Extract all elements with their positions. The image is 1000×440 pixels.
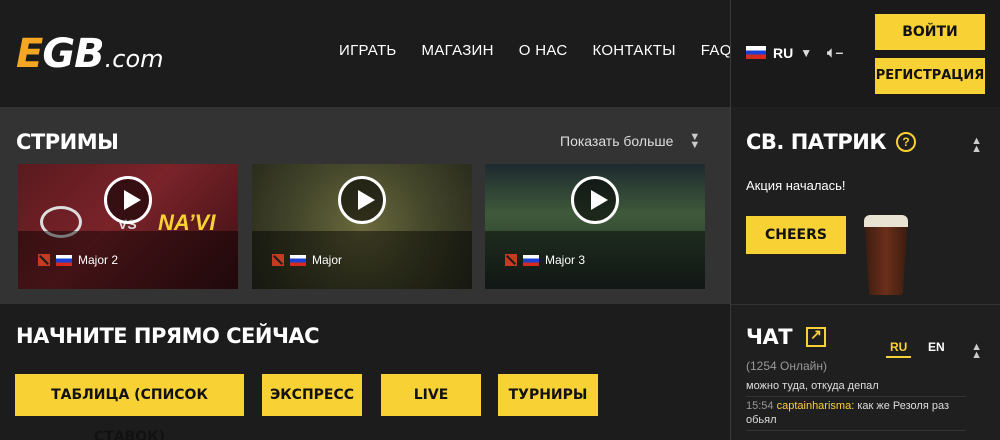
chevron-down-icon: ▼ xyxy=(800,45,813,60)
main-nav: ИГРАТЬ МАГАЗИН О НАС КОНТАКТЫ FAQ xyxy=(339,42,732,59)
collapse-icon[interactable]: ▲ ▲ xyxy=(971,342,982,361)
chat-messages: можно туда, откуда депал 15:54 captainha… xyxy=(746,377,966,440)
chat-title: ЧАТ xyxy=(746,325,793,349)
chat-lang-ru[interactable]: RU xyxy=(886,340,912,358)
double-chevron-down-icon: ▼ ▼ xyxy=(689,131,701,151)
dota-icon xyxy=(38,254,50,266)
flag-ru-icon xyxy=(56,254,72,266)
start-now-title: НАЧНИТЕ ПРЯМО СЕЙЧАС xyxy=(16,324,320,348)
sidebar: СВ. ПАТРИК ? ▲ ▲ Акция началась! CHEERS Ч… xyxy=(731,107,1000,440)
promo-title: СВ. ПАТРИК xyxy=(746,130,887,154)
chat-header: ЧАТ xyxy=(746,325,827,349)
stream-card[interactable]: Major 3 xyxy=(485,164,705,289)
dota-icon xyxy=(272,254,284,266)
stream-name: Major 3 xyxy=(545,253,586,267)
cheers-button[interactable]: CHEERS xyxy=(746,216,846,254)
help-icon[interactable]: ? xyxy=(896,132,916,152)
logo-e: E xyxy=(16,31,43,77)
logo-egb: EGB xyxy=(16,31,105,77)
bets-table-button[interactable]: ТАБЛИЦА (СПИСОК СТАВОК) xyxy=(15,374,244,440)
show-more-label: Показать больше xyxy=(560,133,674,149)
flag-ru-icon xyxy=(290,254,306,266)
chat-lang-en[interactable]: EN xyxy=(928,340,945,354)
stream-name: Major 2 xyxy=(78,253,119,267)
streams-section: СТРИМЫ Показать больше ▼ ▼ VS NA’VI Major… xyxy=(0,107,730,304)
stream-name: Major xyxy=(312,253,343,267)
collapse-icon[interactable]: ▲ ▲ xyxy=(971,136,982,155)
stream-card[interactable]: VS NA’VI Major 2 xyxy=(18,164,238,289)
site-header: EGB .com ИГРАТЬ МАГАЗИН О НАС КОНТАКТЫ F… xyxy=(0,0,732,107)
promo-text: Акция началась! xyxy=(746,178,846,193)
tournaments-button[interactable]: ТУРНИРЫ xyxy=(498,374,598,416)
streams-title: СТРИМЫ xyxy=(16,130,119,154)
chat-message: 15:54 captainharisma: как же Резоля раз … xyxy=(746,397,966,431)
logo-gb: GB xyxy=(42,31,104,77)
stream-info: Major 3 xyxy=(505,253,585,267)
play-icon[interactable] xyxy=(104,176,152,224)
language-code: RU xyxy=(773,44,794,61)
flag-ru-icon xyxy=(523,254,539,266)
stream-info: Major 2 xyxy=(38,253,118,267)
nav-about[interactable]: О НАС xyxy=(519,42,568,59)
stream-card[interactable]: Major xyxy=(252,164,472,289)
register-button[interactable]: РЕГИСТРАЦИЯ xyxy=(875,58,985,94)
site-logo[interactable]: EGB .com xyxy=(16,34,164,74)
live-button[interactable]: LIVE xyxy=(381,374,481,416)
promo-header: СВ. ПАТРИК ? xyxy=(746,130,916,154)
play-icon[interactable] xyxy=(571,176,619,224)
language-selector[interactable]: RU ▼ 🔈︎– xyxy=(746,44,843,61)
nav-contacts[interactable]: КОНТАКТЫ xyxy=(592,42,675,59)
express-button[interactable]: ЭКСПРЕСС xyxy=(262,374,362,416)
nav-play[interactable]: ИГРАТЬ xyxy=(339,42,397,59)
stream-info: Major xyxy=(272,253,342,267)
nav-shop[interactable]: МАГАЗИН xyxy=(422,42,494,59)
online-count: (1254 Онлайн) xyxy=(746,359,827,373)
nav-faq[interactable]: FAQ xyxy=(701,42,732,59)
start-now-section: НАЧНИТЕ ПРЯМО СЕЙЧАС ТАБЛИЦА (СПИСОК СТА… xyxy=(0,304,730,440)
beer-glass-body xyxy=(864,215,908,295)
expand-icon[interactable] xyxy=(806,326,827,347)
beer-glass-icon xyxy=(864,215,908,295)
login-button[interactable]: ВОЙТИ xyxy=(875,14,985,50)
dota-icon xyxy=(505,254,517,266)
chat-message: можно туда, откуда депал xyxy=(746,377,966,397)
logo-suffix: .com xyxy=(104,45,164,73)
play-icon[interactable] xyxy=(338,176,386,224)
flag-ru-icon xyxy=(746,46,766,59)
chat-user[interactable]: captainharisma: xyxy=(777,400,855,412)
beer-foam xyxy=(864,215,908,227)
chat-time: 15:54 xyxy=(746,400,774,412)
show-more-link[interactable]: Показать больше ▼ ▼ xyxy=(560,131,701,151)
chat-text: можно туда, откуда депал xyxy=(746,380,879,392)
sidebar-divider xyxy=(731,304,1000,305)
sound-icon[interactable]: 🔈︎– xyxy=(827,44,843,61)
